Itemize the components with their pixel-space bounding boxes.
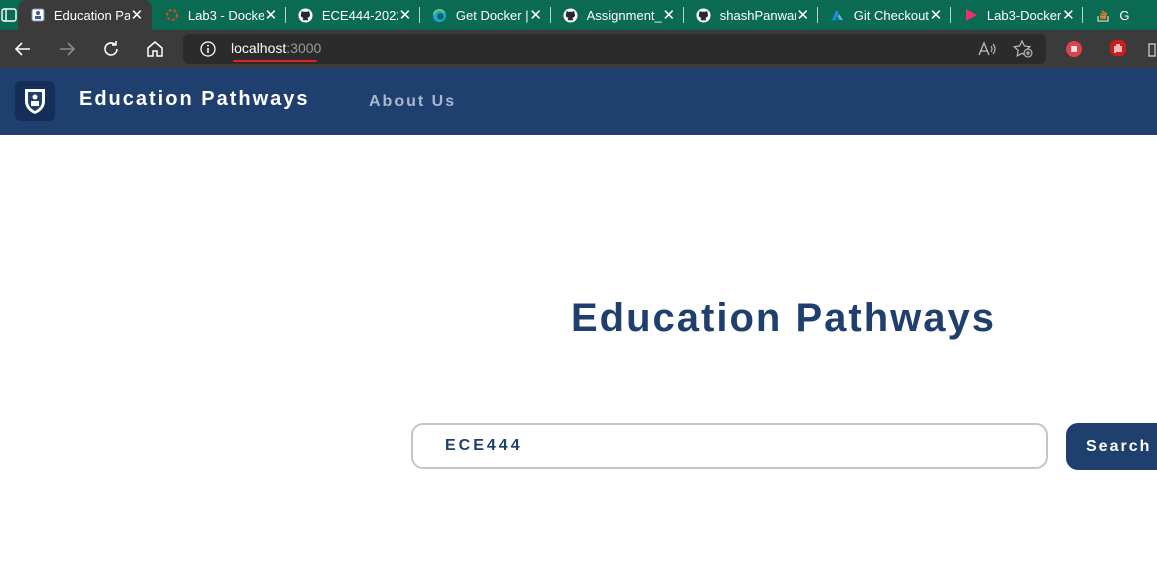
github-icon: [563, 7, 579, 23]
tab-label: Lab3 - Docke: [187, 7, 264, 23]
tab-label: ECE444-2022: [321, 7, 398, 23]
add-favorite-icon[interactable]: [1012, 39, 1033, 63]
browser-toolbar: localhost:3000: [0, 30, 1157, 68]
tab-close-icon[interactable]: ✕: [1061, 6, 1075, 24]
app-brand-title[interactable]: Education Pathways: [79, 88, 310, 111]
tab-close-icon[interactable]: ✕: [662, 6, 676, 24]
refresh-icon[interactable]: [100, 38, 122, 60]
tab-stackoverflow[interactable]: G: [1083, 0, 1157, 30]
tab-label: Education Pa: [53, 7, 130, 23]
tab-shashpanwar[interactable]: shashPanwar ✕: [684, 0, 818, 30]
tab-close-icon[interactable]: ✕: [130, 6, 144, 24]
site-info-icon[interactable]: [200, 41, 216, 62]
tab-label: G: [1119, 7, 1130, 23]
tab-education-pathways[interactable]: Education Pa ✕: [17, 0, 152, 30]
tab-close-icon[interactable]: ✕: [529, 6, 543, 24]
tab-label: Get Docker |: [455, 7, 529, 23]
home-icon[interactable]: [144, 38, 166, 60]
read-aloud-icon[interactable]: [977, 41, 997, 62]
nav-about-us-link[interactable]: About Us: [369, 93, 456, 111]
url-text[interactable]: localhost:3000: [231, 40, 321, 56]
adblock-hand-icon[interactable]: [1109, 39, 1127, 64]
tab-ece444-2022[interactable]: ECE444-2022 ✕: [286, 0, 420, 30]
extension-red-icon[interactable]: [1065, 40, 1083, 63]
tab-get-docker[interactable]: Get Docker | ✕: [420, 0, 551, 30]
loading-ring-icon: [164, 7, 180, 23]
page-title: Education Pathways: [571, 296, 996, 340]
university-crest-logo[interactable]: [15, 81, 55, 121]
play-icon: [963, 7, 979, 23]
education-favicon: [30, 7, 46, 23]
azure-icon: [830, 7, 846, 23]
tab-close-icon[interactable]: ✕: [398, 6, 412, 24]
stackoverflow-icon: [1095, 7, 1111, 23]
github-icon: [298, 7, 314, 23]
tab-label: Lab3-Docker: [986, 7, 1062, 23]
tab-assignment[interactable]: Assignment_ ✕: [551, 0, 684, 30]
tab-close-icon[interactable]: ✕: [929, 6, 943, 24]
tab-git-checkout[interactable]: Git Checkout ✕: [818, 0, 952, 30]
app-header: Education Pathways About Us: [0, 68, 1157, 135]
back-arrow-icon[interactable]: [12, 38, 34, 60]
forward-arrow-icon[interactable]: [56, 38, 78, 60]
tab-label: shashPanwar: [719, 7, 796, 23]
tab-label: Assignment_: [586, 7, 662, 23]
tab-actions-icon[interactable]: [0, 0, 18, 30]
tab-lab3-docker[interactable]: Lab3 - Docke ✕: [152, 0, 286, 30]
edge-icon: [432, 7, 448, 23]
tab-label: Git Checkout: [853, 7, 929, 23]
tab-lab3-docker-video[interactable]: Lab3-Docker ✕: [951, 0, 1084, 30]
url-host: localhost: [231, 40, 287, 56]
tab-close-icon[interactable]: ✕: [796, 6, 810, 24]
address-bar[interactable]: localhost:3000: [183, 34, 1046, 64]
browser-tab-strip: Education Pa ✕ Lab3 - Docke ✕ ECE444-202…: [0, 0, 1157, 30]
url-port: :3000: [286, 40, 322, 56]
github-icon: [696, 7, 712, 23]
extension-puzzle-icon[interactable]: [1147, 40, 1157, 63]
search-button[interactable]: Search: [1066, 423, 1157, 470]
spellcheck-underline: [233, 60, 317, 62]
tab-close-icon[interactable]: ✕: [264, 6, 278, 24]
course-search-input[interactable]: [411, 423, 1048, 469]
